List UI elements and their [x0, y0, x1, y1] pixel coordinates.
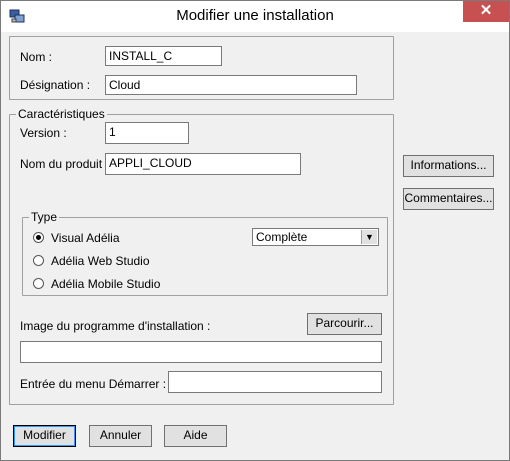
produit-label: Nom du produit :: [20, 157, 109, 171]
informations-button[interactable]: Informations...: [403, 155, 494, 177]
window-title: Modifier une installation: [176, 7, 334, 24]
close-button[interactable]: ✕: [463, 1, 509, 22]
radio-adelia-web-studio[interactable]: [33, 255, 44, 266]
designation-label: Désignation :: [20, 78, 91, 92]
parcourir-button[interactable]: Parcourir...: [307, 313, 382, 335]
aide-button[interactable]: Aide: [164, 425, 227, 447]
mode-select-value: Complète: [256, 230, 308, 244]
option-adelia-mobile-studio: Adélia Mobile Studio: [51, 277, 161, 291]
title-bar: Modifier une installation ✕: [1, 1, 509, 32]
menu-label: Entrée du menu Démarrer :: [20, 377, 167, 391]
designation-field[interactable]: Cloud: [105, 75, 357, 95]
option-adelia-web-studio: Adélia Web Studio: [51, 254, 150, 268]
dialog-window: Modifier une installation ✕ Nom : INSTAL…: [0, 0, 510, 461]
produit-field[interactable]: APPLI_CLOUD: [105, 153, 301, 175]
caracteristiques-legend: Caractéristiques: [16, 107, 107, 121]
option-visual-adelia: Visual Adélia: [51, 231, 120, 245]
annuler-button[interactable]: Annuler: [89, 425, 152, 447]
identity-group: Nom : INSTALL_C Désignation : Cloud: [9, 36, 394, 100]
nom-label: Nom :: [20, 50, 53, 64]
modifier-button[interactable]: Modifier: [13, 425, 76, 447]
close-icon: ✕: [479, 2, 493, 19]
dialog-client: Nom : INSTALL_C Désignation : Cloud Cara…: [9, 32, 501, 452]
version-field[interactable]: 1: [105, 122, 189, 144]
version-label: Version :: [20, 126, 67, 140]
type-legend: Type: [29, 210, 60, 224]
radio-visual-adelia[interactable]: [33, 232, 44, 243]
image-label: Image du programme d'installation :: [20, 319, 211, 333]
type-group: Type Visual Adélia Adélia Web Studio Adé…: [22, 210, 388, 296]
caracteristiques-group: Caractéristiques Version : 1 Nom du prod…: [9, 107, 394, 405]
chevron-down-icon[interactable]: ▼: [361, 230, 377, 244]
menu-field[interactable]: [168, 371, 382, 393]
image-field[interactable]: [20, 341, 382, 363]
radio-adelia-mobile-studio[interactable]: [33, 278, 44, 289]
nom-field[interactable]: INSTALL_C: [105, 46, 222, 66]
mode-select[interactable]: Complète ▼: [252, 228, 379, 246]
commentaires-button[interactable]: Commentaires...: [403, 188, 494, 210]
